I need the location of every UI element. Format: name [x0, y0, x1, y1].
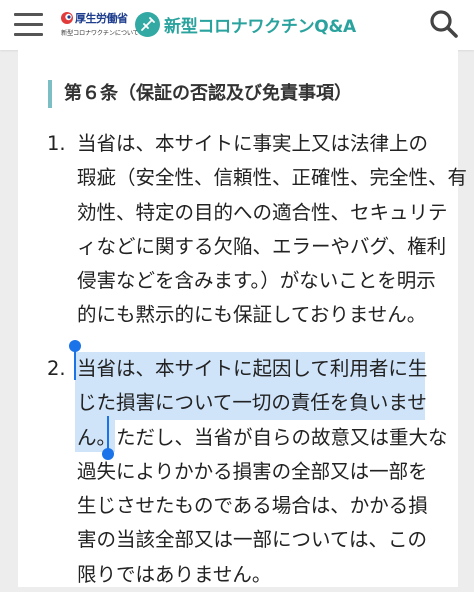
- clause-text-line: ん。ただし、当省が自らの故意又は重大な: [77, 421, 448, 455]
- clause-text-line: 当省は、本サイトに事実上又は法律上の: [77, 132, 429, 155]
- clause-number: 2.: [47, 357, 66, 380]
- article-content: 第６条（保証の否認及び免責事項） 1. 当省は、本サイトに事実上又は法律上の 瑕…: [18, 50, 467, 587]
- clause-text-line: 過失によりかかる損害の全部又は一部を: [77, 459, 428, 483]
- clause-number: 1.: [47, 132, 66, 155]
- clause-text-line: ィなどに関する欠陥、エラーやバグ、権利: [77, 234, 447, 258]
- app-header: 厚生労働省 新型コロナワクチンについて 新型コロナワクチンQ&A: [0, 0, 474, 50]
- ministry-logo[interactable]: 厚生労働省 新型コロナワクチンについて: [60, 8, 139, 42]
- site-title: 新型コロナワクチンQ&A: [164, 16, 356, 37]
- selection-start-caret: [74, 346, 76, 380]
- clause-text-line: 瑕疵（安全性、信頼性、正確性、完全性、有: [77, 166, 468, 190]
- selected-text-line[interactable]: じた損害について一切の責任を負いませ: [77, 386, 448, 420]
- ministry-subtitle: 新型コロナワクチンについて: [61, 30, 139, 37]
- hamburger-icon[interactable]: [14, 9, 44, 39]
- search-icon[interactable]: [428, 8, 460, 40]
- clause-text: ただし、当省が自らの故意又は重大な: [116, 425, 448, 449]
- selection-end-handle[interactable]: [102, 448, 114, 460]
- selection-end-caret: [107, 416, 109, 450]
- clause-text-line: 害の当該全部又は一部については、この: [77, 528, 428, 552]
- clause-text-line: 生じさせたものである場合は、かかる損: [77, 494, 428, 518]
- clause-text-line: 効性、特定の目的への適合性、セキュリテ: [77, 200, 448, 224]
- clause-text-line: 侵害などを含みます。）がないことを明示: [77, 269, 436, 293]
- ministry-name: 厚生労働省: [75, 12, 128, 25]
- selected-text-line[interactable]: 当省は、本サイトに起因して利用者に生: [77, 352, 448, 386]
- ministry-mark-icon: [61, 12, 73, 24]
- site-logo[interactable]: 新型コロナワクチンQ&A: [135, 8, 356, 40]
- section-heading: 第６条（保証の否認及び免責事項）: [48, 80, 352, 108]
- clause-text-line: 的にも黙示的にも保証しておりません。: [77, 303, 427, 327]
- syringe-icon: [135, 11, 160, 37]
- selected-text-end[interactable]: ん。: [77, 426, 116, 449]
